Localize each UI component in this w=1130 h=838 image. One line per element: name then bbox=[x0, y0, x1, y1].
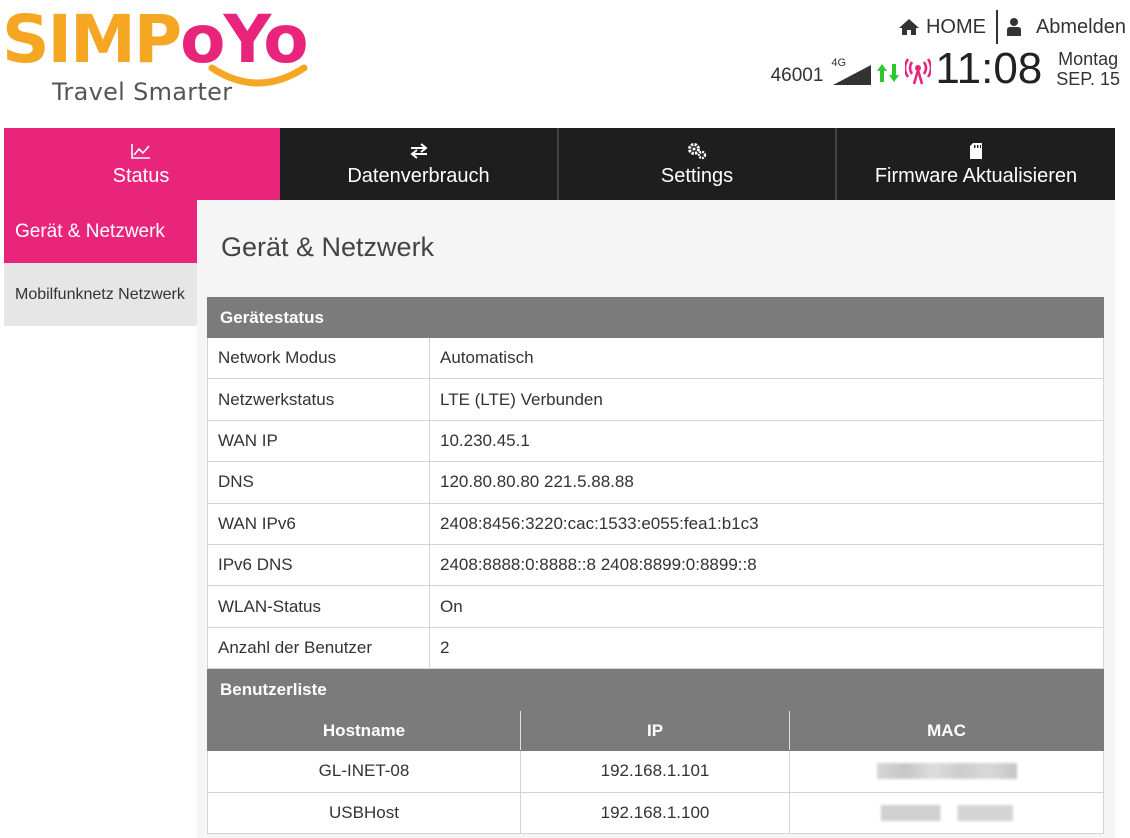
wifi-broadcast-icon bbox=[905, 58, 932, 85]
brand-tagline: Travel Smarter bbox=[52, 78, 233, 106]
table-row: USBHost 192.168.1.100 bbox=[207, 792, 1104, 835]
table-row: GL-INET-08 192.168.1.101 bbox=[207, 751, 1104, 793]
row-key: Anzahl der Benutzer bbox=[208, 627, 430, 669]
toplinks-divider bbox=[995, 10, 998, 44]
table-row: Anzahl der Benutzer 2 bbox=[207, 627, 1104, 670]
tab-datenverbrauch[interactable]: Datenverbrauch bbox=[280, 128, 559, 200]
row-value: Automatisch bbox=[440, 348, 534, 368]
table-row: WAN IP 10.230.45.1 bbox=[207, 420, 1104, 463]
cell-ip: 192.168.1.101 bbox=[521, 751, 790, 792]
home-link-label: HOME bbox=[925, 15, 986, 38]
brand-logo[interactable]: SIMPoYo Travel Smarter bbox=[2, 1, 342, 108]
signal-icon bbox=[833, 65, 872, 85]
cell-hostname: USBHost bbox=[208, 792, 521, 834]
row-value: 120.80.80.80 221.5.88.88 bbox=[440, 472, 634, 492]
tab-status-label: Status bbox=[112, 164, 170, 187]
status-table: Gerätestatus Network Modus Automatisch N… bbox=[207, 297, 1104, 835]
chart-icon bbox=[131, 141, 151, 161]
signal-indicator: 4G bbox=[831, 57, 875, 87]
exchange-icon bbox=[409, 141, 429, 161]
logout-link[interactable]: Abmelden bbox=[1006, 16, 1126, 39]
tab-datenverbrauch-label: Datenverbrauch bbox=[347, 164, 490, 187]
date-display: Montag SEP. 15 bbox=[1056, 49, 1120, 89]
tab-firmware[interactable]: Firmware Aktualisieren bbox=[837, 128, 1115, 200]
row-key: WAN IP bbox=[208, 420, 430, 462]
sidebar-item-label: Mobilfunknetz Netzwerk bbox=[15, 285, 185, 303]
table-row: WLAN-Status On bbox=[207, 586, 1104, 628]
row-key: Network Modus bbox=[208, 338, 430, 379]
date-value: SEP. 15 bbox=[1056, 69, 1120, 89]
tab-settings-label: Settings bbox=[660, 164, 734, 187]
carrier-code: 46001 bbox=[770, 65, 824, 86]
mac-redacted bbox=[876, 763, 1017, 780]
table-row: IPv6 DNS 2408:8888:0:8888::8 2408:8899:0… bbox=[207, 544, 1104, 587]
row-value: 2408:8888:0:8888::8 2408:8899:0:8899::8 bbox=[440, 555, 757, 575]
weekday: Montag bbox=[1058, 49, 1119, 69]
home-icon bbox=[898, 19, 919, 35]
column-header-hostname: Hostname bbox=[208, 711, 521, 751]
column-header-mac: MAC bbox=[927, 720, 966, 740]
mac-redacted bbox=[880, 804, 1013, 821]
user-list-header: Hostname IP MAC bbox=[207, 710, 1104, 752]
row-key: WAN IPv6 bbox=[208, 503, 430, 544]
row-value: On bbox=[440, 596, 463, 616]
tab-firmware-label: Firmware Aktualisieren bbox=[874, 164, 1078, 187]
cell-hostname: GL-INET-08 bbox=[208, 751, 521, 792]
traffic-arrows-icon bbox=[877, 62, 901, 84]
status-bar: 46001 4G 11:08 Montag SEP. 15 bbox=[771, 46, 1120, 92]
sidebar-item-mobile-network[interactable]: Mobilfunknetz Netzwerk bbox=[4, 263, 197, 326]
tab-status[interactable]: Status bbox=[4, 128, 280, 200]
row-value: 2 bbox=[440, 637, 450, 657]
row-value: LTE (LTE) Verbunden bbox=[440, 389, 603, 409]
table-row: WAN IPv6 2408:8456:3220:cac:1533:e055:fe… bbox=[207, 503, 1104, 545]
row-value: 2408:8456:3220:cac:1533:e055:fea1:b1c3 bbox=[440, 513, 759, 533]
page-title: Gerät & Netzwerk bbox=[221, 232, 435, 262]
sidebar-item-device-network[interactable]: Gerät & Netzwerk bbox=[4, 200, 197, 263]
main-nav: Status Datenverbrauch Settings Firmware … bbox=[4, 128, 1115, 200]
user-icon bbox=[1006, 18, 1021, 36]
row-key: WLAN-Status bbox=[208, 586, 430, 627]
gears-icon bbox=[687, 141, 707, 161]
tab-settings[interactable]: Settings bbox=[559, 128, 837, 200]
row-key: Netzwerkstatus bbox=[208, 379, 430, 420]
top-links: HOME Abmelden bbox=[898, 10, 1126, 44]
cell-ip: 192.168.1.100 bbox=[521, 792, 790, 834]
sidebar-item-label: Gerät & Netzwerk bbox=[15, 220, 165, 242]
header: SIMPoYo Travel Smarter HOME Abmelden 460… bbox=[0, 0, 1130, 128]
sidebar: Gerät & Netzwerk Mobilfunknetz Netzwerk bbox=[4, 200, 197, 326]
table-row: Netzwerkstatus LTE (LTE) Verbunden bbox=[207, 379, 1104, 421]
column-header-ip: IP bbox=[521, 711, 790, 751]
row-value: 10.230.45.1 bbox=[440, 430, 530, 450]
row-key: DNS bbox=[208, 462, 430, 503]
clock-time: 11:08 bbox=[935, 44, 1043, 93]
section-heading-device-status: Gerätestatus bbox=[207, 297, 1104, 338]
home-link[interactable]: HOME bbox=[898, 16, 986, 39]
main-content: Gerät & Netzwerk Gerätestatus Network Mo… bbox=[197, 200, 1115, 838]
section-heading-user-list: Benutzerliste bbox=[207, 669, 1104, 711]
cell-mac bbox=[790, 793, 1103, 834]
row-key: IPv6 DNS bbox=[208, 544, 430, 586]
sdcard-icon bbox=[969, 141, 983, 161]
cell-mac bbox=[790, 751, 1103, 792]
table-row: Network Modus Automatisch bbox=[207, 338, 1104, 380]
logout-link-label: Abmelden bbox=[1035, 15, 1126, 38]
table-row: DNS 120.80.80.80 221.5.88.88 bbox=[207, 462, 1104, 504]
